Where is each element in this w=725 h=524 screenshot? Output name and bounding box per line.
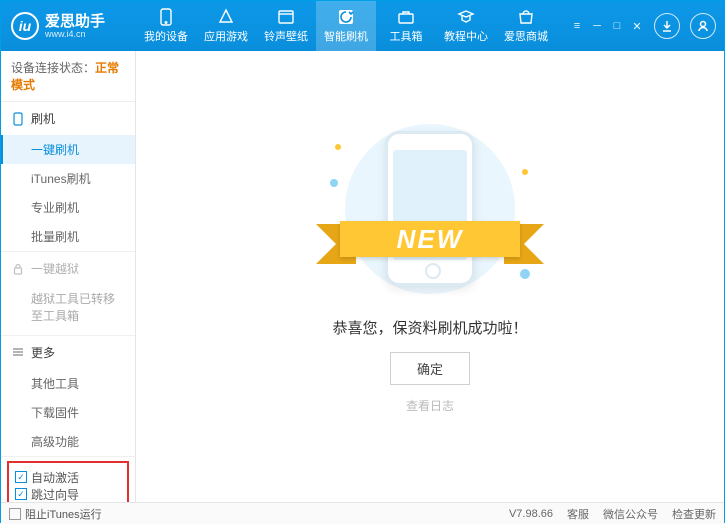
check-icon: ✓ (15, 471, 27, 483)
sidebar-head-flash[interactable]: 刷机 (1, 102, 135, 135)
sidebar-item-oneclick-flash[interactable]: 一键刷机 (1, 135, 135, 164)
nav-label: 爱思商城 (504, 28, 548, 44)
checkbox-label: 阻止iTunes运行 (25, 506, 102, 522)
sidebar-item-pro-flash[interactable]: 专业刷机 (1, 193, 135, 222)
nav-label: 智能刷机 (324, 28, 368, 44)
service-link[interactable]: 客服 (567, 506, 589, 522)
nav-tutorials[interactable]: 教程中心 (436, 1, 496, 51)
logo-icon: iu (11, 12, 39, 40)
checkbox-auto-activate[interactable]: ✓ 自动激活 (15, 469, 79, 486)
check-update-link[interactable]: 检查更新 (672, 506, 716, 522)
nav-my-device[interactable]: 我的设备 (136, 1, 196, 51)
sidebar: 设备连接状态：正常模式 刷机 一键刷机 iTunes刷机 专业刷机 批量刷机 一… (1, 51, 136, 502)
apps-icon (217, 8, 235, 26)
phone-icon (11, 112, 25, 126)
nav-ringtone-wallpaper[interactable]: 铃声壁纸 (256, 1, 316, 51)
sidebar-item-other-tools[interactable]: 其他工具 (1, 369, 135, 398)
menu-icon[interactable]: ≡ (570, 19, 584, 33)
toolbox-icon (397, 8, 415, 26)
maximize-icon[interactable]: □ (610, 19, 624, 33)
success-illustration: NEW (330, 119, 530, 299)
wechat-link[interactable]: 微信公众号 (603, 506, 658, 522)
minimize-icon[interactable]: ─ (590, 19, 604, 33)
close-icon[interactable]: ✕ (630, 19, 644, 33)
nav-apps-games[interactable]: 应用游戏 (196, 1, 256, 51)
new-ribbon: NEW (340, 221, 520, 257)
sidebar-head-more[interactable]: 更多 (1, 336, 135, 369)
nav-label: 我的设备 (144, 28, 188, 44)
phone-icon (157, 8, 175, 26)
version-label: V7.98.66 (509, 508, 553, 520)
titlebar: iu 爱思助手 www.i4.cn 我的设备 应用游戏 铃声壁纸 智能刷机 工具… (1, 1, 724, 51)
sidebar-item-advanced[interactable]: 高级功能 (1, 427, 135, 456)
highlight-box: ✓ 自动激活 ✓ 跳过向导 (7, 461, 129, 502)
check-icon: ✓ (15, 488, 27, 500)
statusbar: ✓ 阻止iTunes运行 V7.98.66 客服 微信公众号 检查更新 (1, 502, 724, 524)
sidebar-item-download-firmware[interactable]: 下载固件 (1, 398, 135, 427)
nav-smart-flash[interactable]: 智能刷机 (316, 1, 376, 51)
body: 设备连接状态：正常模式 刷机 一键刷机 iTunes刷机 专业刷机 批量刷机 一… (1, 51, 724, 502)
nav-label: 应用游戏 (204, 28, 248, 44)
wallpaper-icon (277, 8, 295, 26)
more-icon (11, 347, 25, 357)
check-icon: ✓ (9, 508, 21, 520)
success-message: 恭喜您，保资料刷机成功啦！ (332, 317, 527, 338)
nav-label: 工具箱 (390, 28, 423, 44)
checkbox-block-itunes[interactable]: ✓ 阻止iTunes运行 (9, 506, 102, 522)
nav-label: 教程中心 (444, 28, 488, 44)
download-button[interactable] (654, 13, 680, 39)
store-icon (517, 8, 535, 26)
view-log-link[interactable]: 查看日志 (406, 397, 454, 414)
ok-button[interactable]: 确定 (390, 352, 470, 385)
flash-icon (337, 8, 355, 26)
sidebar-head-label: 刷机 (31, 110, 55, 127)
sidebar-head-jailbreak: 一键越狱 (1, 252, 135, 285)
window-controls: ≡ ─ □ ✕ (570, 13, 724, 39)
nav-label: 铃声壁纸 (264, 28, 308, 44)
brand: iu 爱思助手 www.i4.cn (1, 12, 136, 40)
sidebar-head-label: 更多 (31, 344, 55, 361)
brand-title: 爱思助手 (45, 14, 105, 29)
lock-icon (11, 263, 25, 275)
sidebar-head-label: 一键越狱 (31, 260, 79, 277)
sidebar-item-itunes-flash[interactable]: iTunes刷机 (1, 164, 135, 193)
nav-toolbox[interactable]: 工具箱 (376, 1, 436, 51)
main-nav: 我的设备 应用游戏 铃声壁纸 智能刷机 工具箱 教程中心 爱思商城 (136, 1, 570, 51)
user-button[interactable] (690, 13, 716, 39)
sidebar-item-batch-flash[interactable]: 批量刷机 (1, 222, 135, 251)
main-content: NEW 恭喜您，保资料刷机成功啦！ 确定 查看日志 (136, 51, 724, 502)
checkbox-label: 跳过向导 (31, 486, 79, 502)
brand-sub: www.i4.cn (45, 29, 105, 39)
jailbreak-note: 越狱工具已转移至工具箱 (1, 285, 135, 335)
connection-status: 设备连接状态：正常模式 (1, 51, 135, 102)
conn-label: 设备连接状态： (11, 61, 95, 75)
tutorial-icon (457, 8, 475, 26)
checkbox-label: 自动激活 (31, 469, 79, 486)
nav-store[interactable]: 爱思商城 (496, 1, 556, 51)
checkbox-skip-guide[interactable]: ✓ 跳过向导 (15, 486, 79, 502)
